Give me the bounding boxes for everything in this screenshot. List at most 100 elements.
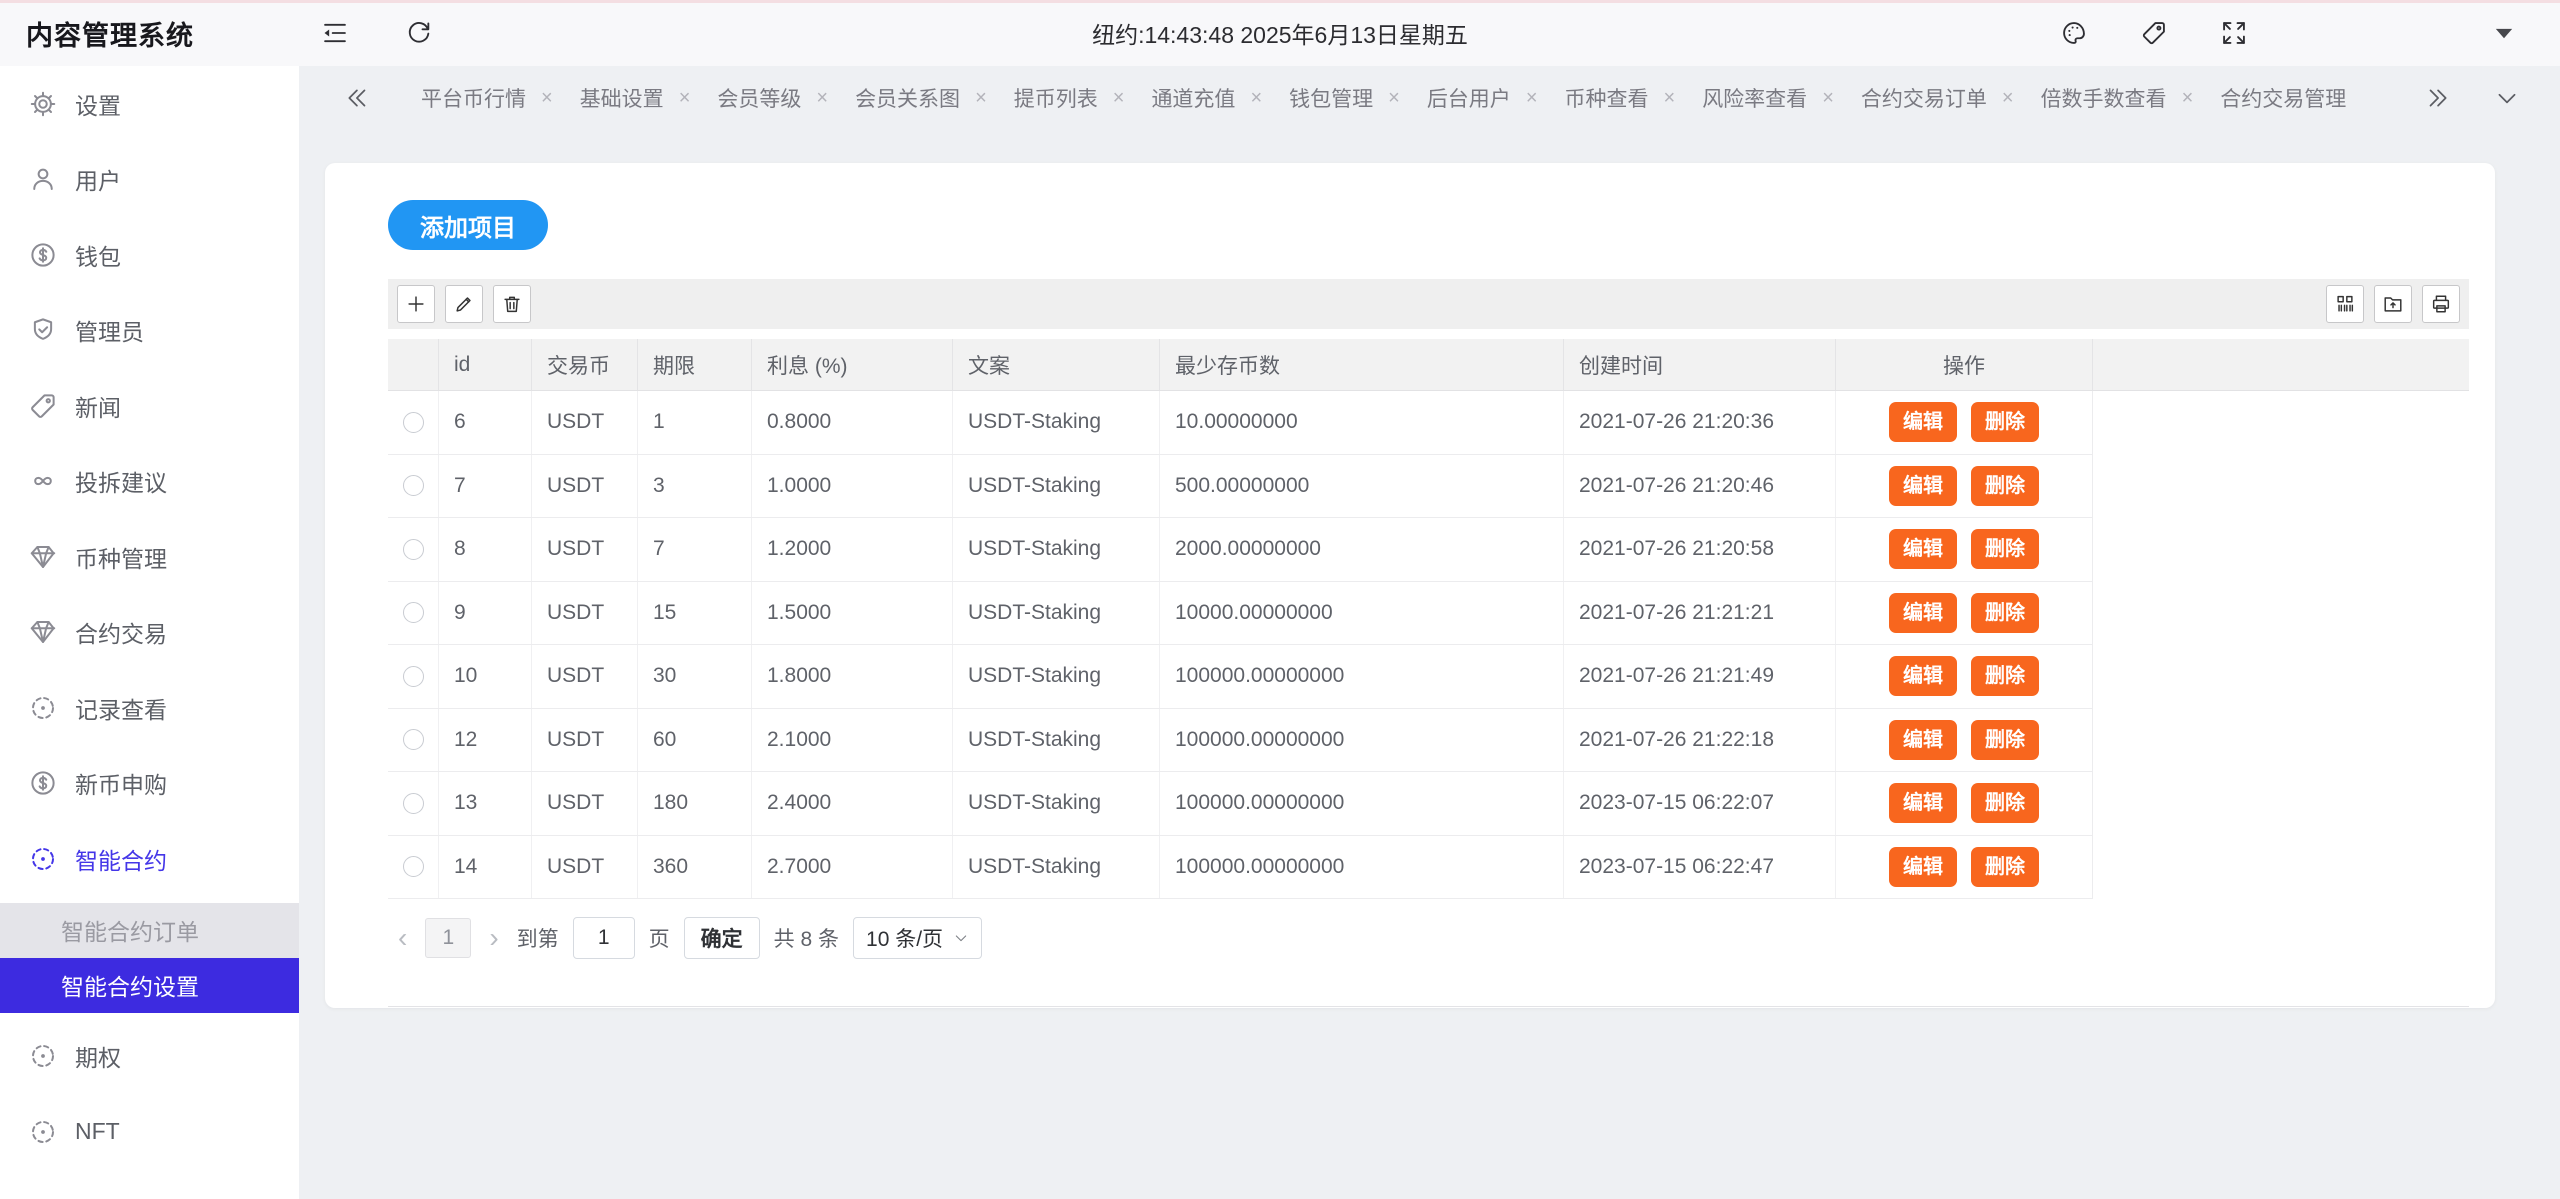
delete-button[interactable]: 删除 xyxy=(1971,783,2039,823)
current-page-badge[interactable]: 1 xyxy=(425,918,471,958)
edit-row-button[interactable] xyxy=(445,285,483,323)
add-project-button[interactable]: 添加项目 xyxy=(388,200,548,250)
sidebar-item-label: 记录查看 xyxy=(75,691,167,725)
goto-page-input[interactable] xyxy=(573,917,635,959)
delete-button[interactable]: 删除 xyxy=(1971,466,2039,506)
edit-button[interactable]: 编辑 xyxy=(1889,466,1957,506)
edit-button[interactable]: 编辑 xyxy=(1889,847,1957,887)
print-button[interactable] xyxy=(2422,285,2460,323)
delete-button[interactable]: 删除 xyxy=(1971,593,2039,633)
row-radio[interactable] xyxy=(403,856,424,877)
table-cell: 7 xyxy=(438,455,531,518)
delete-row-button[interactable] xyxy=(493,285,531,323)
sidebar-item[interactable]: 管理员 xyxy=(0,293,299,369)
edit-button[interactable]: 编辑 xyxy=(1889,593,1957,633)
tab[interactable]: 会员等级× xyxy=(717,83,828,113)
delete-button[interactable]: 删除 xyxy=(1971,402,2039,442)
menu-fold-icon[interactable] xyxy=(321,19,349,47)
chevron-down-icon[interactable] xyxy=(2494,85,2520,111)
tab[interactable]: 会员关系图× xyxy=(855,83,987,113)
tab[interactable]: 合约交易订单× xyxy=(1861,83,2014,113)
tab-close-icon[interactable]: × xyxy=(1113,88,1125,108)
tab-close-icon[interactable]: × xyxy=(1250,88,1262,108)
sidebar-item[interactable]: 记录查看 xyxy=(0,670,299,746)
tab-close-icon[interactable]: × xyxy=(2182,88,2194,108)
tab-close-icon[interactable]: × xyxy=(2002,88,2014,108)
gem-icon xyxy=(28,542,58,572)
edit-button[interactable]: 编辑 xyxy=(1889,529,1957,569)
tab-close-icon[interactable]: × xyxy=(975,88,987,108)
row-radio[interactable] xyxy=(403,666,424,687)
row-actions-cell: 编辑删除 xyxy=(1835,645,2092,708)
row-actions-cell: 编辑删除 xyxy=(1835,391,2092,454)
sidebar-item[interactable]: 新币申购 xyxy=(0,746,299,822)
add-row-button[interactable] xyxy=(397,285,435,323)
refresh-icon[interactable] xyxy=(405,19,433,47)
sidebar-item[interactable]: 用户 xyxy=(0,142,299,218)
delete-button[interactable]: 删除 xyxy=(1971,720,2039,760)
tab-close-icon[interactable]: × xyxy=(679,88,691,108)
table-cell: USDT-Staking xyxy=(952,391,1159,454)
double-chevron-right-icon[interactable] xyxy=(2424,85,2450,111)
row-radio[interactable] xyxy=(403,475,424,496)
sidebar-item[interactable]: NFT xyxy=(0,1094,299,1170)
tab[interactable]: 平台币行情 × xyxy=(421,83,553,113)
edit-button[interactable]: 编辑 xyxy=(1889,720,1957,760)
tab-close-icon[interactable]: × xyxy=(816,88,828,108)
sidebar-item[interactable]: 期权 xyxy=(0,1019,299,1095)
tab[interactable]: 后台用户× xyxy=(1427,83,1538,113)
row-radio[interactable] xyxy=(403,602,424,623)
table-cell: 60 xyxy=(637,709,751,772)
tab[interactable]: 通道充值× xyxy=(1151,83,1262,113)
tab-close-icon[interactable]: × xyxy=(1822,88,1834,108)
header-cell-select xyxy=(388,339,438,390)
sidebar-subitem[interactable]: 智能合约订单 xyxy=(0,903,299,958)
next-page-button[interactable]: › xyxy=(485,924,502,952)
row-radio[interactable] xyxy=(403,793,424,814)
page-size-select[interactable]: 10 条/页 xyxy=(853,917,982,959)
edit-button[interactable]: 编辑 xyxy=(1889,656,1957,696)
tab[interactable]: 基础设置× xyxy=(580,83,691,113)
tab-close-icon[interactable]: × xyxy=(1388,88,1400,108)
edit-button[interactable]: 编辑 xyxy=(1889,783,1957,823)
row-radio[interactable] xyxy=(403,729,424,750)
delete-button[interactable]: 删除 xyxy=(1971,529,2039,569)
tab[interactable]: 合约交易管理 xyxy=(2220,83,2346,113)
sidebar-item[interactable]: 新闻 xyxy=(0,368,299,444)
edit-button[interactable]: 编辑 xyxy=(1889,402,1957,442)
tab[interactable]: 币种查看× xyxy=(1565,83,1676,113)
columns-button[interactable] xyxy=(2326,285,2364,323)
sidebar-item[interactable]: 投拆建议 xyxy=(0,444,299,520)
tab[interactable]: 倍数手数查看× xyxy=(2041,83,2194,113)
tab-close-icon[interactable]: × xyxy=(541,88,553,108)
fullscreen-icon[interactable] xyxy=(2220,19,2248,47)
row-radio[interactable] xyxy=(403,539,424,560)
sidebar-item[interactable]: 币种管理 xyxy=(0,519,299,595)
tab[interactable]: 钱包管理× xyxy=(1289,83,1400,113)
row-actions-cell: 编辑删除 xyxy=(1835,518,2092,581)
sidebar-subitem[interactable]: 智能合约设置 xyxy=(0,958,299,1013)
sidebar-item[interactable]: 合约交易 xyxy=(0,595,299,671)
tab-label: 平台币行情 xyxy=(421,83,526,113)
sidebar-item[interactable]: 钱包 xyxy=(0,217,299,293)
tab-close-icon[interactable]: × xyxy=(1664,88,1676,108)
sidebar-item-label: 新闻 xyxy=(75,389,121,423)
double-chevron-left-icon[interactable] xyxy=(345,85,371,111)
tab-close-icon[interactable]: × xyxy=(1526,88,1538,108)
tab[interactable]: 提币列表× xyxy=(1014,83,1125,113)
row-radio[interactable] xyxy=(403,412,424,433)
table-cell: 2023-07-15 06:22:47 xyxy=(1563,836,1835,899)
export-button[interactable] xyxy=(2374,285,2412,323)
sidebar-item[interactable]: 智能合约 xyxy=(0,821,299,897)
prev-page-button[interactable]: ‹ xyxy=(394,924,411,952)
tab[interactable]: 风险率查看× xyxy=(1702,83,1834,113)
delete-button[interactable]: 删除 xyxy=(1971,656,2039,696)
goto-confirm-button[interactable]: 确定 xyxy=(684,917,760,959)
table-cell: 1.2000 xyxy=(751,518,952,581)
caret-down-icon[interactable] xyxy=(2490,19,2518,47)
table-header-row: id交易币期限利息 (%)文案最少存币数创建时间操作 xyxy=(388,339,2469,391)
palette-icon[interactable] xyxy=(2060,19,2088,47)
delete-button[interactable]: 删除 xyxy=(1971,847,2039,887)
tag-icon[interactable] xyxy=(2140,19,2168,47)
sidebar-item[interactable]: 设置 xyxy=(0,66,299,142)
